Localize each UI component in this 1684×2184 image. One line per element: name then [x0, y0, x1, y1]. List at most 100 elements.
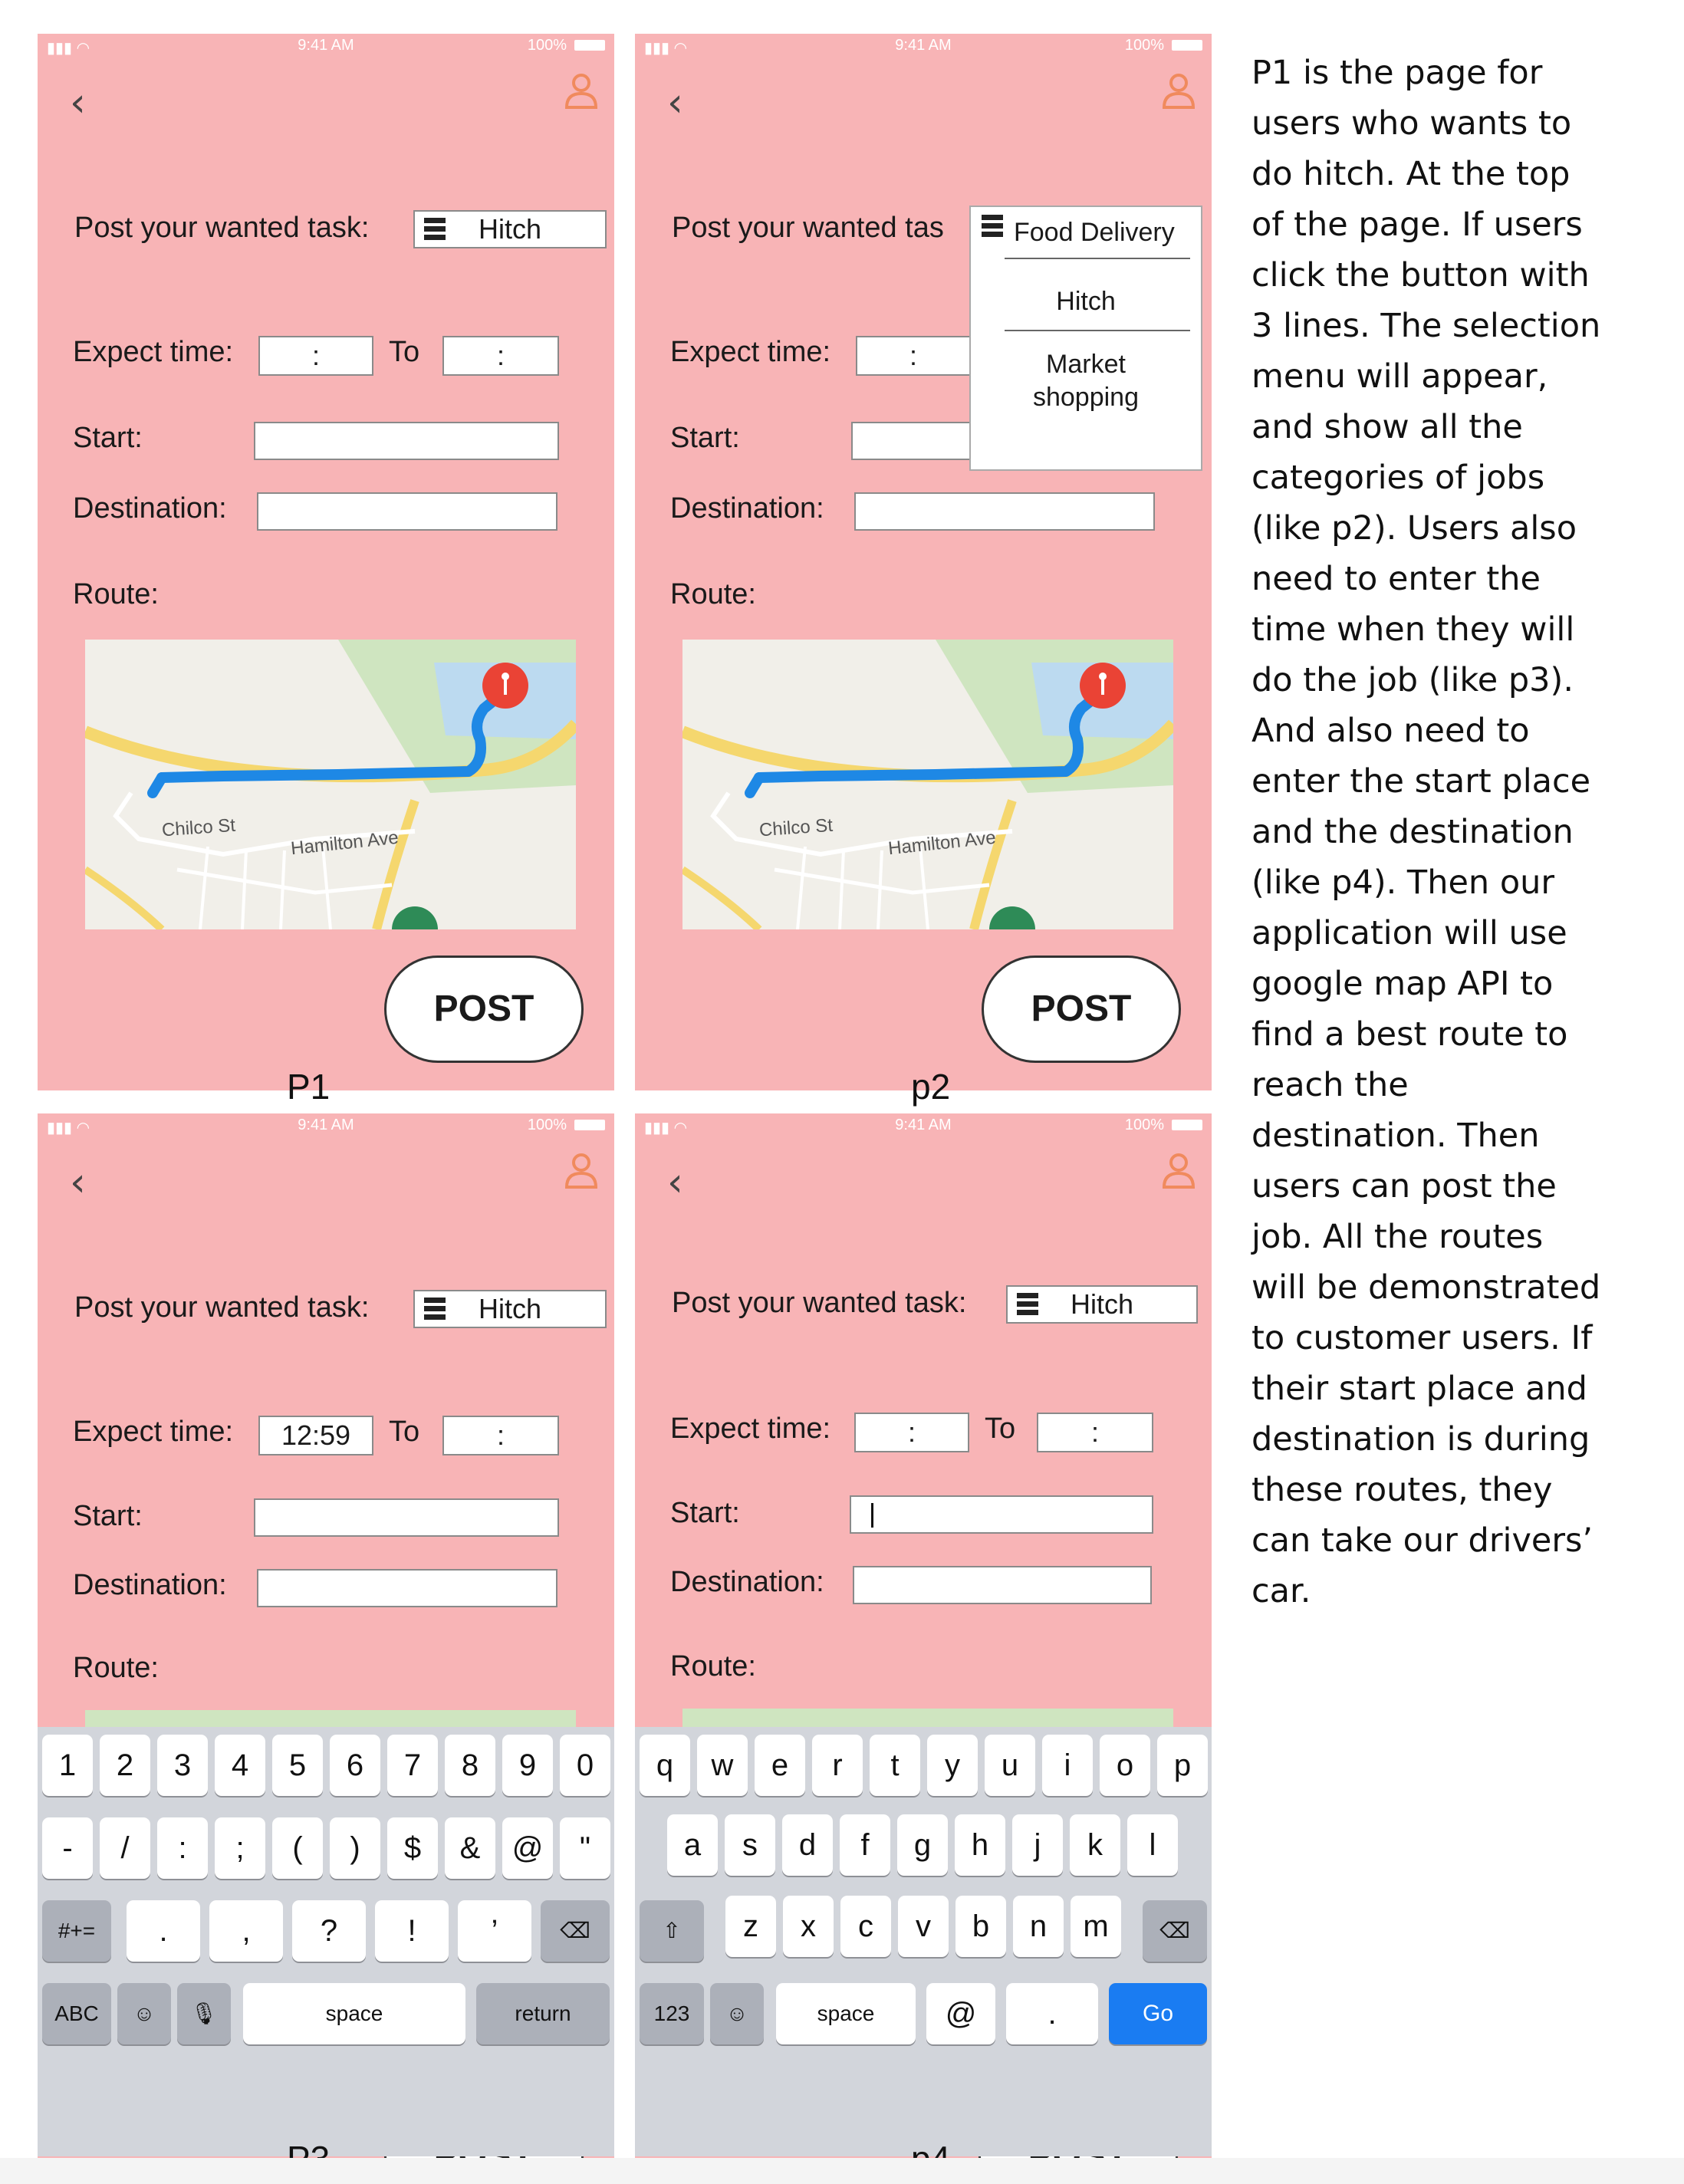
end-time-input[interactable]: : — [442, 336, 559, 376]
space-key[interactable]: space — [243, 1983, 465, 2044]
user-profile-icon[interactable] — [564, 1152, 599, 1190]
keyboard-key[interactable]: 7 — [387, 1735, 438, 1796]
keyboard-key[interactable]: y — [927, 1735, 978, 1796]
keyboard-key[interactable]: 1 — [42, 1735, 93, 1796]
keyboard-key[interactable]: h — [955, 1814, 1005, 1876]
user-profile-icon[interactable] — [564, 72, 599, 110]
at-key[interactable]: @ — [926, 1983, 995, 2044]
keyboard-key[interactable]: ) — [330, 1817, 380, 1879]
numbers-key[interactable]: 123 — [640, 1983, 704, 2044]
post-button[interactable]: POST — [384, 956, 584, 1063]
keyboard-key[interactable]: p — [1157, 1735, 1208, 1796]
keyboard-key[interactable]: " — [560, 1817, 610, 1879]
destination-input[interactable] — [854, 492, 1155, 531]
keyboard-key[interactable]: ! — [375, 1900, 449, 1962]
user-profile-icon[interactable] — [1161, 72, 1196, 110]
end-time-input[interactable]: : — [442, 1416, 559, 1455]
space-key[interactable]: space — [776, 1983, 916, 2044]
keyboard-key[interactable]: v — [898, 1896, 949, 1957]
keyboard-key[interactable]: x — [783, 1896, 834, 1957]
period-key[interactable]: . — [1006, 1983, 1098, 2044]
keyboard-key[interactable]: 5 — [272, 1735, 323, 1796]
keyboard-key[interactable]: ? — [292, 1900, 366, 1962]
start-input[interactable] — [254, 1498, 559, 1537]
task-category-dropdown[interactable]: Food Delivery Hitch Market shopping — [969, 206, 1202, 471]
abc-key[interactable]: ABC — [42, 1983, 111, 2044]
keyboard-key[interactable]: - — [42, 1817, 93, 1879]
keyboard-key[interactable]: a — [667, 1814, 718, 1876]
keyboard-key[interactable]: : — [157, 1817, 208, 1879]
start-time-input[interactable]: : — [856, 336, 971, 376]
destination-input[interactable] — [257, 1569, 557, 1607]
back-chevron-icon[interactable]: ‹ — [667, 83, 683, 123]
keyboard-key[interactable]: d — [782, 1814, 833, 1876]
keyboard-key[interactable]: 4 — [215, 1735, 265, 1796]
keyboard-key[interactable]: 2 — [100, 1735, 150, 1796]
keyboard-key[interactable]: r — [812, 1735, 863, 1796]
end-time-input[interactable]: : — [1037, 1413, 1153, 1452]
return-key[interactable]: return — [476, 1983, 610, 2044]
keyboard-key[interactable]: u — [985, 1735, 1035, 1796]
hamburger-menu-icon[interactable] — [982, 215, 1003, 239]
dropdown-option-market-shopping[interactable]: Market shopping — [994, 348, 1178, 413]
keyboard-key[interactable]: @ — [502, 1817, 553, 1879]
task-category-select[interactable]: Hitch — [413, 1290, 607, 1328]
dropdown-option-food-delivery[interactable]: Food Delivery — [1014, 216, 1201, 249]
keyboard-key[interactable]: q — [640, 1735, 690, 1796]
keyboard-key[interactable]: i — [1042, 1735, 1093, 1796]
keyboard-key[interactable]: w — [697, 1735, 748, 1796]
keyboard-key[interactable]: m — [1071, 1896, 1121, 1957]
emoji-key-icon[interactable]: ☺ — [710, 1983, 764, 2044]
keyboard-key[interactable]: / — [100, 1817, 150, 1879]
keyboard-key[interactable]: . — [127, 1900, 200, 1962]
keyboard-key[interactable]: t — [870, 1735, 920, 1796]
keyboard-key[interactable]: z — [725, 1896, 776, 1957]
keyboard-key[interactable]: o — [1100, 1735, 1150, 1796]
keyboard-key[interactable]: n — [1013, 1896, 1064, 1957]
start-time-input[interactable]: 12:59 — [258, 1416, 373, 1455]
keyboard-key[interactable]: 6 — [330, 1735, 380, 1796]
keyboard-key[interactable]: $ — [387, 1817, 438, 1879]
delete-key-icon[interactable]: ⌫ — [541, 1900, 610, 1962]
start-time-input[interactable]: : — [854, 1413, 969, 1452]
emoji-key-icon[interactable]: ☺ — [117, 1983, 171, 2044]
start-input[interactable] — [254, 422, 559, 460]
keyboard-key[interactable]: s — [725, 1814, 775, 1876]
destination-input[interactable] — [853, 1566, 1152, 1604]
keyboard-key[interactable]: , — [209, 1900, 283, 1962]
back-chevron-icon[interactable]: ‹ — [70, 83, 86, 123]
keyboard-key[interactable]: & — [445, 1817, 495, 1879]
go-key[interactable]: Go — [1109, 1983, 1207, 2044]
keyboard-key[interactable]: g — [897, 1814, 948, 1876]
keyboard-key[interactable]: 8 — [445, 1735, 495, 1796]
back-chevron-icon[interactable]: ‹ — [70, 1163, 86, 1202]
route-map[interactable]: Chilco St Hamilton Ave — [682, 640, 1173, 929]
route-map[interactable]: Chilco St Hamilton Ave — [85, 640, 576, 929]
post-button[interactable]: POST — [982, 956, 1181, 1063]
microphone-key-icon[interactable]: 🎙 — [177, 1983, 231, 2044]
destination-input[interactable] — [257, 492, 557, 531]
keyboard-key[interactable]: e — [755, 1735, 805, 1796]
keyboard-key[interactable]: l — [1127, 1814, 1178, 1876]
shift-key-icon[interactable]: ⇧ — [640, 1900, 704, 1962]
keyboard-key[interactable]: k — [1070, 1814, 1120, 1876]
symbols-mode-key[interactable]: #+= — [42, 1900, 111, 1962]
keyboard-key[interactable]: ’ — [458, 1900, 531, 1962]
task-category-select[interactable]: Hitch — [413, 210, 607, 248]
keyboard-key[interactable]: 0 — [560, 1735, 610, 1796]
dropdown-option-hitch[interactable]: Hitch — [971, 285, 1201, 318]
delete-key-icon[interactable]: ⌫ — [1143, 1900, 1207, 1962]
start-time-input[interactable]: : — [258, 336, 373, 376]
keyboard-key[interactable]: b — [955, 1896, 1006, 1957]
user-profile-icon[interactable] — [1161, 1152, 1196, 1190]
keyboard-key[interactable]: 3 — [157, 1735, 208, 1796]
keyboard-key[interactable]: 9 — [502, 1735, 553, 1796]
keyboard-key[interactable]: f — [840, 1814, 890, 1876]
keyboard-key[interactable]: j — [1012, 1814, 1063, 1876]
task-category-select[interactable]: Hitch — [1006, 1285, 1198, 1324]
keyboard-key[interactable]: c — [840, 1896, 891, 1957]
back-chevron-icon[interactable]: ‹ — [667, 1163, 683, 1202]
start-input[interactable] — [850, 1495, 1153, 1534]
keyboard-key[interactable]: ( — [272, 1817, 323, 1879]
keyboard-key[interactable]: ; — [215, 1817, 265, 1879]
